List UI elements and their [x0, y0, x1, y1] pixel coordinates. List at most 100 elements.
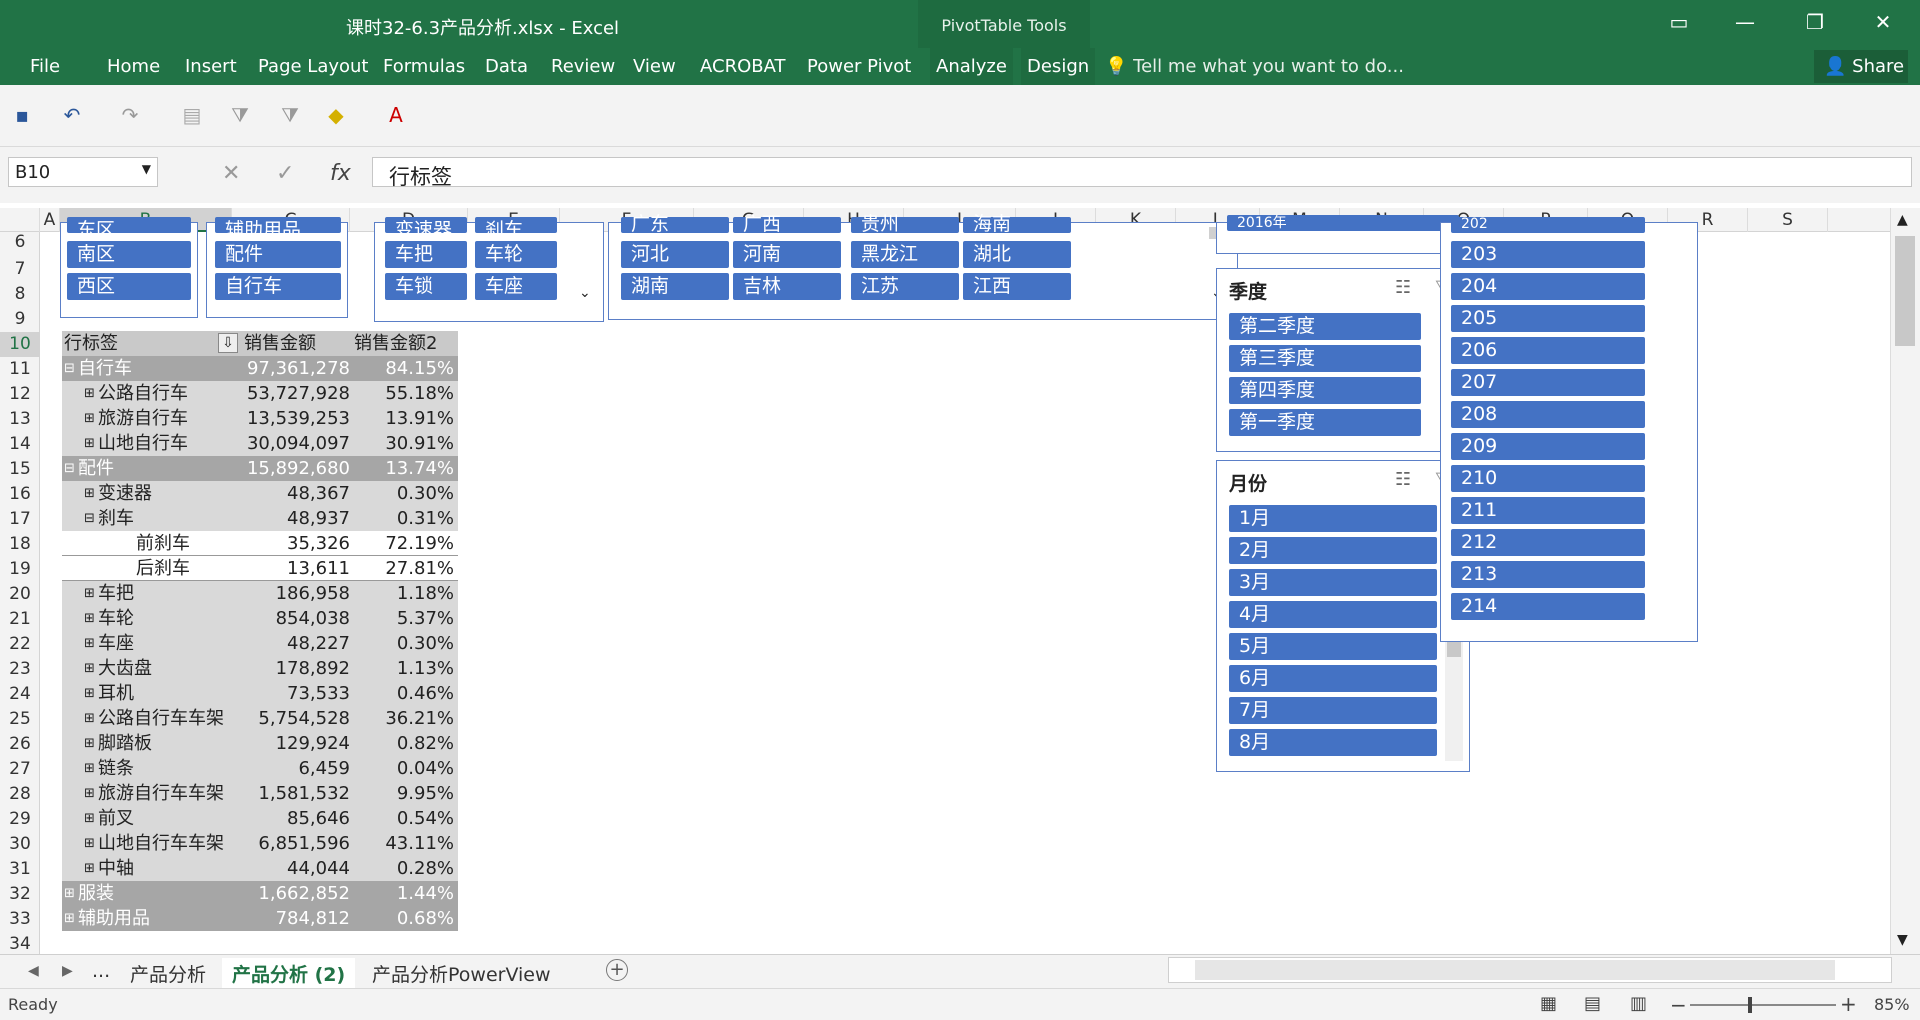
row-header[interactable]: 28	[0, 782, 40, 807]
slicer-item-month[interactable]: 1月	[1229, 505, 1437, 532]
ribbon-tab[interactable]: Power Pivot	[807, 56, 911, 77]
undo-icon[interactable]: ↶	[60, 103, 84, 127]
row-header[interactable]: 26	[0, 732, 40, 757]
row-header[interactable]: 16	[0, 482, 40, 507]
slicer-item-month[interactable]: 5月	[1229, 633, 1437, 660]
pivot-row[interactable]: ⊞ 变速器 48,367 0.30%	[62, 481, 458, 506]
collapse-icon[interactable]: ⊟	[64, 356, 75, 381]
slicer-item-region[interactable]: 西区	[67, 273, 191, 300]
row-header[interactable]: 11	[0, 357, 40, 382]
save-icon[interactable]: ▪	[10, 103, 34, 127]
row-header[interactable]: 19	[0, 557, 40, 582]
slicer-item-code[interactable]: 208	[1451, 401, 1645, 428]
font-color-icon[interactable]: A	[384, 103, 408, 127]
row-header[interactable]: 23	[0, 657, 40, 682]
row-header[interactable]: 6	[0, 230, 40, 255]
ribbon-tab[interactable]: ACROBAT	[700, 56, 786, 77]
pivot-row[interactable]: 后刹车 13,611 27.81%	[62, 556, 458, 581]
ribbon-tab[interactable]: File	[30, 56, 60, 77]
row-header[interactable]: 27	[0, 757, 40, 782]
row-header[interactable]: 21	[0, 607, 40, 632]
pivot-row[interactable]: ⊞ 旅游自行车车架 1,581,532 9.95%	[62, 781, 458, 806]
pivot-row[interactable]: ⊞ 山地自行车车架 6,851,596 43.11%	[62, 831, 458, 856]
slicer-item-code[interactable]: 205	[1451, 305, 1645, 332]
pivot-row[interactable]: ⊟ 刹车 48,937 0.31%	[62, 506, 458, 531]
slicer-item-province[interactable]: 湖南	[621, 273, 729, 300]
slicer-item-category[interactable]: 配件	[215, 241, 341, 268]
scroll-right-icon[interactable]: ▶	[62, 963, 73, 979]
slicer-item-quarter[interactable]: 第三季度	[1229, 345, 1421, 372]
expand-icon[interactable]: ⊞	[84, 756, 95, 781]
slicer-item-province[interactable]: 河南	[733, 241, 841, 268]
slicer-item-month[interactable]: 6月	[1229, 665, 1437, 692]
normal-view-icon[interactable]: ▦	[1540, 993, 1557, 1014]
add-sheet-icon[interactable]: +	[606, 959, 628, 981]
row-header[interactable]: 18	[0, 532, 40, 557]
enter-icon[interactable]: ✓	[276, 161, 294, 186]
slicer-item-quarter[interactable]: 第一季度	[1229, 409, 1421, 436]
expand-icon[interactable]: ⊞	[84, 706, 95, 731]
pivot-row[interactable]: ⊞ 公路自行车车架 5,754,528 36.21%	[62, 706, 458, 731]
slicer-item-sub[interactable]: 变速器	[385, 217, 467, 241]
row-header[interactable]: 24	[0, 682, 40, 707]
sheet-tab[interactable]: 产品分析	[120, 958, 216, 989]
row-header[interactable]: 22	[0, 632, 40, 657]
expand-icon[interactable]: ⊞	[84, 781, 95, 806]
slicer-item-province[interactable]: 海南	[963, 215, 1071, 234]
slicer-item-sub[interactable]: 刹车	[475, 217, 557, 241]
scroll-left-icon[interactable]: ◀	[28, 963, 39, 979]
slicer-item-month[interactable]: 3月	[1229, 569, 1437, 596]
minimize-icon[interactable]: —	[1730, 10, 1760, 34]
page-layout-view-icon[interactable]: ▤	[1584, 993, 1601, 1014]
slicer-item-sub[interactable]: 车座	[475, 273, 557, 300]
row-header[interactable]: 12	[0, 382, 40, 407]
pivot-row[interactable]: ⊞ 旅游自行车 13,539,253 13.91%	[62, 406, 458, 431]
row-header[interactable]: 30	[0, 832, 40, 857]
scrollbar-thumb[interactable]	[1895, 236, 1915, 346]
horizontal-scrollbar[interactable]	[1168, 957, 1892, 983]
expand-icon[interactable]: ⊞	[84, 631, 95, 656]
slicer-item-province[interactable]: 吉林	[733, 273, 841, 300]
filter-dropdown-icon[interactable]: ⇩	[218, 333, 238, 353]
slicer-item-year[interactable]: 2016年	[1227, 215, 1459, 231]
expand-icon[interactable]: ⊞	[84, 381, 95, 406]
slicer-item-code[interactable]: 211	[1451, 497, 1645, 524]
slicer-item-month[interactable]: 7月	[1229, 697, 1437, 724]
insert-function-icon[interactable]: fx	[330, 161, 351, 186]
slicer-item-province[interactable]: 江西	[963, 273, 1071, 300]
slicer-item-sub[interactable]: 车把	[385, 241, 467, 268]
name-box[interactable]: B10 ▼	[8, 157, 158, 187]
zoom-slider[interactable]	[1690, 1004, 1836, 1006]
expand-icon[interactable]: ⊞	[84, 831, 95, 856]
expand-icon[interactable]: ⊞	[84, 731, 95, 756]
multi-select-icon[interactable]: ☷	[1395, 277, 1411, 298]
scrollbar-thumb[interactable]	[1195, 960, 1835, 980]
pivot-row[interactable]: ⊞ 前叉 85,646 0.54%	[62, 806, 458, 831]
formula-input[interactable]: 行标签	[372, 157, 1912, 189]
scroll-up-icon[interactable]: ▲	[1897, 212, 1908, 228]
row-header[interactable]: 10	[0, 332, 40, 357]
slicer-item-region[interactable]: 南区	[67, 241, 191, 268]
row-labels-header[interactable]: 行标签	[64, 331, 118, 356]
slicer-item-province[interactable]: 湖北	[963, 241, 1071, 268]
ribbon-tab[interactable]: Review	[551, 56, 615, 77]
row-header[interactable]: 17	[0, 507, 40, 532]
row-header[interactable]: 14	[0, 432, 40, 457]
expand-icon[interactable]: ⊞	[84, 406, 95, 431]
pivot-row[interactable]: ⊞ 大齿盘 178,892 1.13%	[62, 656, 458, 681]
tell-me-search[interactable]: 💡 Tell me what you want to do...	[1105, 56, 1404, 77]
sheet-grid[interactable]: 东区 南区 西区 辅助用品 配件 自行车 变速器 刹车 车把 车轮 车锁 车座 …	[40, 215, 1890, 954]
slicer-item-month[interactable]: 4月	[1229, 601, 1437, 628]
row-header[interactable]: 25	[0, 707, 40, 732]
expand-icon[interactable]: ⊞	[84, 581, 95, 606]
row-header[interactable]: 9	[0, 307, 40, 332]
slicer-item-region[interactable]: 东区	[67, 217, 191, 241]
row-header[interactable]: 29	[0, 807, 40, 832]
ribbon-tab[interactable]: Analyze	[930, 48, 1013, 85]
pivot-row[interactable]: ⊟ 自行车 97,361,278 84.15%	[62, 356, 458, 381]
slicer-item-code[interactable]: 214	[1451, 593, 1645, 620]
expand-icon[interactable]: ⊞	[84, 656, 95, 681]
pivot-row[interactable]: ⊞ 耳机 73,533 0.46%	[62, 681, 458, 706]
collapse-icon[interactable]: ⊟	[84, 506, 95, 531]
restore-icon[interactable]: ❐	[1800, 10, 1830, 34]
